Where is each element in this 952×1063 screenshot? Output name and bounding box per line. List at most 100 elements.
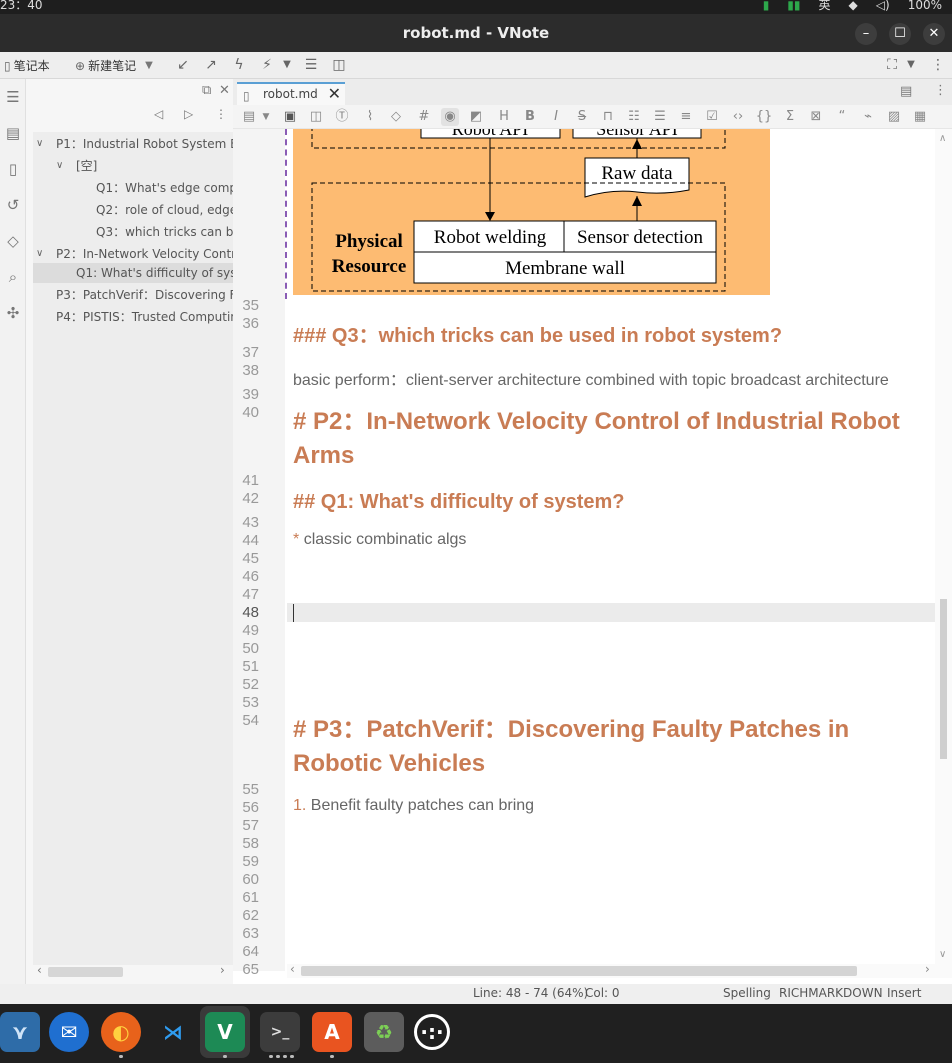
code-block-icon[interactable]: {} [755, 108, 773, 126]
view-mode-icon[interactable]: ▤ [240, 108, 258, 126]
tab-robot-md[interactable]: ▯ robot.md ✕ [237, 82, 345, 105]
outline-panel-icon[interactable]: ☰ [4, 88, 22, 106]
horizontal-scrollbar[interactable]: ‹ › [287, 962, 952, 978]
math-icon[interactable]: Σ [781, 108, 799, 126]
lock-icon[interactable]: ⊓ [599, 108, 617, 126]
tag-icon[interactable]: ◇ [4, 232, 22, 250]
editor-mode[interactable]: RICHMARKDOWN [779, 986, 883, 1000]
document-content[interactable]: Robot API Sensor API Raw data Robot weld… [287, 129, 935, 971]
link-icon[interactable]: ⌁ [859, 108, 877, 126]
thunderbird-icon[interactable]: ✉ [49, 1012, 89, 1052]
terminal-icon[interactable]: >_ [260, 1012, 300, 1052]
quick-access-icon[interactable]: ⚡ [258, 56, 276, 74]
text-format-icon[interactable]: Ⓣ [333, 108, 351, 126]
image-edit-icon[interactable]: ◩ [467, 108, 485, 126]
history-icon[interactable]: ↺ [4, 196, 22, 214]
outline-item[interactable]: Q2：role of cloud, edge a [33, 200, 233, 220]
firefox-icon[interactable]: ◐ [101, 1012, 141, 1052]
outline-horizontal-scrollbar[interactable]: ‹ › [33, 963, 233, 979]
view-mode-chevron-icon[interactable]: ▼ [257, 108, 275, 126]
insert-mode[interactable]: Insert [887, 986, 921, 1000]
outline-item[interactable]: ∨ P2：In-Network Velocity Control c [33, 244, 233, 264]
italic-icon[interactable]: I [547, 108, 565, 126]
float-panel-icon[interactable]: ⧉ [202, 83, 211, 98]
volume-icon[interactable]: ◁) [876, 0, 890, 12]
next-heading-icon[interactable]: ▷ [184, 107, 193, 121]
scroll-left-icon[interactable]: ‹ [37, 963, 42, 977]
bold-icon[interactable]: B [521, 108, 539, 126]
expand-chevron-icon[interactable]: ▼ [902, 56, 920, 74]
battery-indicator[interactable]: 100% [908, 0, 942, 12]
vnote-icon[interactable]: V [205, 1012, 245, 1052]
close-panel-icon[interactable]: ✕ [219, 83, 230, 98]
scrollbar-thumb[interactable] [301, 966, 857, 976]
heading-hash-icon[interactable]: # [415, 108, 433, 126]
heading-icon[interactable]: H [495, 108, 513, 126]
save-icon[interactable]: ▣ [281, 108, 299, 126]
vscode-icon[interactable]: ⋊ [153, 1012, 193, 1052]
scroll-down-icon[interactable]: ∨ [939, 949, 946, 960]
wifi-icon[interactable]: ◆ [849, 0, 858, 12]
list-icon[interactable]: ≡ [677, 108, 695, 126]
bullet-list-icon[interactable]: ☷ [625, 108, 643, 126]
chevron-down-icon[interactable]: ▼ [145, 60, 153, 71]
close-window-button[interactable]: ✕ [923, 23, 945, 45]
quote-icon[interactable]: “ [833, 108, 851, 126]
chevron-down-icon[interactable]: ∨ [56, 156, 68, 176]
maximize-button[interactable]: ☐ [889, 23, 911, 45]
chevron-down-icon[interactable]: ∨ [36, 134, 48, 154]
numbered-list-icon[interactable]: ☰ [651, 108, 669, 126]
new-note-button[interactable]: ⊕ 新建笔记 ▼ [75, 57, 153, 74]
vertical-scrollbar[interactable]: ∧ ∨ [935, 129, 952, 971]
image-icon[interactable]: ▨ [885, 108, 903, 126]
scrollbar-thumb[interactable] [48, 967, 123, 977]
scroll-up-icon[interactable]: ∧ [939, 133, 946, 144]
tag-icon[interactable]: ◇ [387, 108, 405, 126]
snippet-panel-icon[interactable]: ▯ [4, 160, 22, 178]
notebook-panel-icon[interactable]: ▤ [4, 124, 22, 142]
attachment-panel-icon[interactable]: ◫ [307, 108, 325, 126]
paperclip-icon[interactable]: ⌇ [361, 108, 379, 126]
outline-item[interactable]: Q3：which tricks can be u [33, 222, 233, 242]
quick-access-chevron-icon[interactable]: ▼ [278, 56, 296, 74]
outline-options-icon[interactable]: ⋮ [215, 107, 227, 121]
show-apps-icon[interactable]: ·:· [414, 1014, 450, 1050]
desktop-app-icon[interactable]: ⋎ [0, 1012, 40, 1052]
input-method[interactable]: 英 [819, 0, 831, 13]
vnote-tray-icon[interactable]: ▮ [763, 0, 770, 12]
checklist-icon[interactable]: ☑ [703, 108, 721, 126]
split-view-icon[interactable]: ◫ [330, 56, 348, 74]
scrollbar-thumb[interactable] [940, 599, 947, 759]
search-icon[interactable]: ⌕ [4, 268, 22, 286]
stats-tray-icon[interactable]: ▮▮ [787, 0, 800, 12]
chevron-down-icon[interactable]: ∨ [36, 244, 48, 264]
app-center-icon[interactable]: A [312, 1012, 352, 1052]
math-block-icon[interactable]: ⊠ [807, 108, 825, 126]
scroll-right-icon[interactable]: › [925, 962, 930, 976]
pin-icon[interactable]: ✣ [4, 304, 22, 322]
close-tab-icon[interactable]: ✕ [328, 84, 341, 104]
task-icon[interactable]: ☰ [302, 56, 320, 74]
outline-item[interactable]: Q1：What's edge comput [33, 178, 233, 198]
export-icon[interactable]: ↗ [202, 56, 220, 74]
minimize-button[interactable]: – [855, 23, 877, 45]
spelling-toggle[interactable]: Spelling [723, 986, 771, 1000]
outline-item[interactable]: P4：PISTIS：Trusted Computing [33, 307, 233, 327]
import-icon[interactable]: ↙ [174, 56, 192, 74]
scroll-left-icon[interactable]: ‹ [290, 962, 295, 976]
strikethrough-icon[interactable]: S [573, 108, 591, 126]
outline-item[interactable]: P3：PatchVerif：Discovering Fau [33, 285, 233, 305]
eye-icon[interactable]: ◉ [441, 108, 459, 126]
notebook-button[interactable]: ▯ 笔记本 [4, 57, 50, 74]
previous-heading-icon[interactable]: ◁ [154, 107, 163, 121]
inline-code-icon[interactable]: ‹› [729, 108, 747, 126]
tab-menu-icon[interactable]: ⋮ [934, 83, 947, 98]
flash-note-icon[interactable]: ϟ [230, 56, 248, 74]
table-icon[interactable]: ▦ [911, 108, 929, 126]
scroll-right-icon[interactable]: › [220, 963, 225, 977]
outline-item[interactable]: ∨ [空] [33, 156, 233, 176]
more-menu-icon[interactable]: ⋮ [929, 56, 947, 74]
expand-icon[interactable]: ⛶ [883, 56, 901, 74]
outline-item-selected[interactable]: Q1: What's difficulty of systen [33, 263, 233, 283]
trash-icon[interactable]: ♻ [364, 1012, 404, 1052]
